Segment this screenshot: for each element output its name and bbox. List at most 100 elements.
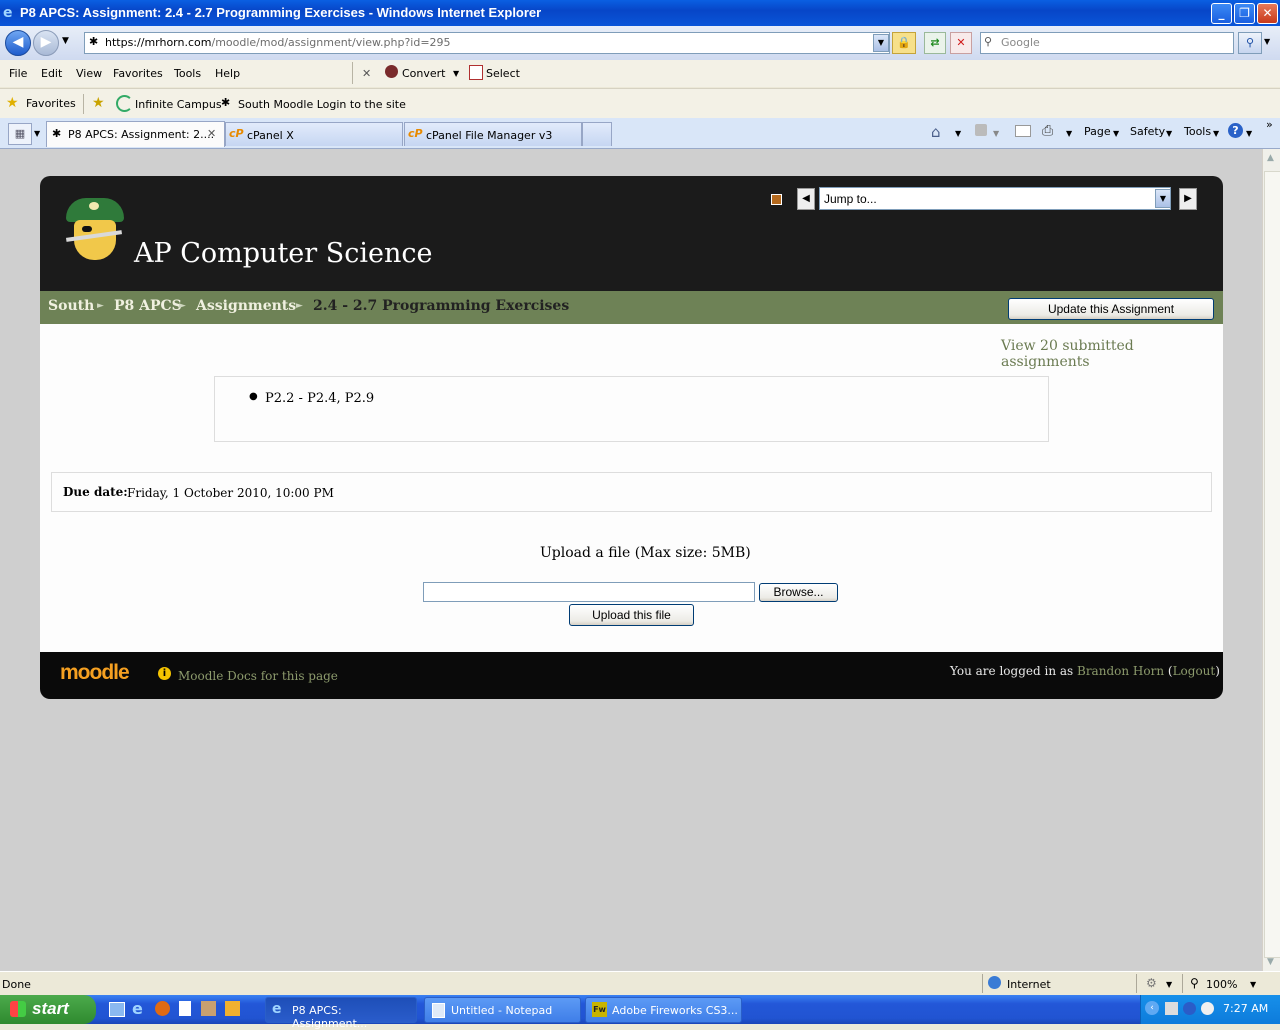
tray-expand-icon[interactable]: ‹ bbox=[1145, 1001, 1159, 1015]
zoom-level[interactable]: 100% bbox=[1206, 978, 1237, 991]
taskbar-window-fireworks[interactable]: Fw Adobe Fireworks CS3... bbox=[585, 997, 742, 1023]
pdf-convert-icon bbox=[385, 65, 398, 78]
menu-help[interactable]: Help bbox=[215, 67, 240, 80]
scroll-down-icon[interactable]: ▼ bbox=[1267, 957, 1274, 967]
menu-view[interactable]: View bbox=[76, 67, 102, 80]
mail-icon[interactable] bbox=[1015, 125, 1031, 137]
lock-icon[interactable]: 🔒 bbox=[892, 32, 916, 54]
taskbar-window-notepad[interactable]: Untitled - Notepad bbox=[424, 997, 581, 1023]
search-icon: ⚲ bbox=[984, 35, 993, 48]
outlook-quicklaunch-icon[interactable] bbox=[225, 1001, 240, 1016]
upload-file-button[interactable]: Upload this file bbox=[569, 604, 694, 626]
add-favorite-icon[interactable]: ★ bbox=[92, 95, 105, 111]
due-date-box: Due date: Friday, 1 October 2010, 10:00 … bbox=[51, 472, 1212, 512]
firefox-quicklaunch-icon[interactable] bbox=[155, 1001, 170, 1016]
address-bar[interactable]: ✱ https://mrhorn.com/moodle/mod/assignme… bbox=[84, 32, 890, 54]
favorites-button[interactable]: Favorites bbox=[26, 97, 76, 110]
tab-cpanel-file-manager[interactable]: cP cPanel File Manager v3 bbox=[404, 122, 582, 146]
moodle-logo[interactable]: moodle bbox=[60, 661, 130, 685]
favorite-link-south-moodle[interactable]: South Moodle Login to the site bbox=[238, 98, 406, 111]
refresh-button[interactable]: ⇄ bbox=[924, 32, 946, 54]
home-icon[interactable]: ⌂ bbox=[931, 123, 941, 141]
back-button[interactable]: ◀ bbox=[5, 30, 31, 56]
tray-app-icon[interactable] bbox=[1165, 1002, 1178, 1015]
close-toolbar-icon[interactable]: ✕ bbox=[362, 67, 371, 80]
update-assignment-button[interactable]: Update this Assignment bbox=[1008, 298, 1214, 320]
show-desktop-icon[interactable] bbox=[109, 1002, 125, 1017]
search-placeholder: Google bbox=[1001, 36, 1040, 49]
scroll-up-icon[interactable]: ▲ bbox=[1267, 153, 1274, 163]
ie-quicklaunch-icon[interactable]: e bbox=[132, 999, 143, 1018]
address-toolbar: ◀ ▶ ▼ ✱ https://mrhorn.com/moodle/mod/as… bbox=[0, 26, 1280, 60]
favorite-link-infinite-campus[interactable]: Infinite Campus bbox=[135, 98, 222, 111]
app-quicklaunch-icon[interactable] bbox=[201, 1001, 216, 1016]
page-menu[interactable]: Page bbox=[1084, 125, 1111, 138]
scroll-thumb[interactable] bbox=[1264, 171, 1280, 958]
menu-file[interactable]: File bbox=[9, 67, 27, 80]
tab-bar: ▦ ▼ ✱ P8 APCS: Assignment: 2.... ✕ cP cP… bbox=[0, 118, 1280, 149]
breadcrumb-south[interactable]: South bbox=[48, 298, 94, 314]
tools-menu[interactable]: Tools bbox=[1184, 125, 1211, 138]
file-quicklaunch-icon[interactable] bbox=[179, 1001, 191, 1016]
tray-network-icon[interactable] bbox=[1183, 1002, 1196, 1015]
quick-tabs-button[interactable]: ▦ bbox=[8, 123, 32, 145]
start-button[interactable]: start bbox=[0, 995, 96, 1024]
browse-button[interactable]: Browse... bbox=[759, 583, 838, 602]
paren-close: ) bbox=[1215, 664, 1220, 678]
tab-p8-apcs[interactable]: ✱ P8 APCS: Assignment: 2.... ✕ bbox=[46, 121, 225, 147]
zoom-dropdown-icon[interactable]: ▼ bbox=[1250, 980, 1256, 989]
history-dropdown-icon[interactable]: ▼ bbox=[62, 36, 69, 46]
status-bar: Done Internet ⚙ ▼ ⚲ 100% ▼ bbox=[0, 971, 1280, 996]
convert-button[interactable]: Convert bbox=[402, 67, 446, 80]
toolbar-overflow-icon[interactable]: » bbox=[1266, 118, 1273, 131]
navbar-toggle-icon[interactable] bbox=[771, 194, 782, 205]
help-icon[interactable]: ? bbox=[1228, 123, 1243, 138]
tab-close-icon[interactable]: ✕ bbox=[207, 127, 216, 140]
protected-mode-icon[interactable]: ⚙ bbox=[1146, 976, 1157, 990]
vertical-scrollbar[interactable]: ▲ ▼ bbox=[1262, 149, 1280, 971]
address-dropdown-button[interactable]: ▼ bbox=[873, 34, 889, 52]
stop-button[interactable]: ✕ bbox=[950, 32, 972, 54]
jump-to-dropdown-icon[interactable]: ▼ bbox=[1155, 189, 1171, 208]
feeds-icon[interactable] bbox=[975, 124, 987, 136]
jump-next-button[interactable]: ▶ bbox=[1179, 188, 1197, 210]
print-dropdown-icon[interactable]: ▼ bbox=[1066, 129, 1072, 138]
safety-menu[interactable]: Safety bbox=[1130, 125, 1165, 138]
user-name-link[interactable]: Brandon Horn bbox=[1077, 664, 1164, 678]
close-button[interactable]: ✕ bbox=[1257, 3, 1278, 24]
menu-tools[interactable]: Tools bbox=[174, 67, 201, 80]
view-submitted-link[interactable]: View 20 submitted assignments bbox=[1001, 338, 1223, 370]
menu-edit[interactable]: Edit bbox=[41, 67, 62, 80]
taskbar-window-ie[interactable]: e P8 APCS: Assignment... bbox=[265, 997, 417, 1030]
convert-dropdown-icon[interactable]: ▼ bbox=[453, 69, 459, 78]
new-tab-button[interactable] bbox=[582, 122, 612, 146]
breadcrumb-p8-apcs[interactable]: P8 APCS bbox=[114, 298, 182, 314]
window-title-bar[interactable]: e P8 APCS: Assignment: 2.4 - 2.7 Program… bbox=[0, 0, 1280, 26]
search-options-icon[interactable]: ▼ bbox=[1264, 37, 1270, 46]
moodle-docs-link[interactable]: Moodle Docs for this page bbox=[178, 669, 338, 683]
help-dropdown-icon[interactable]: ▼ bbox=[1246, 129, 1252, 138]
search-box[interactable]: ⚲ Google bbox=[980, 32, 1234, 54]
minimize-button[interactable]: _ bbox=[1211, 3, 1232, 24]
zoom-icon[interactable]: ⚲ bbox=[1190, 976, 1199, 990]
select-button[interactable]: Select bbox=[486, 67, 520, 80]
tab-cpanel-x[interactable]: cP cPanel X bbox=[225, 122, 403, 146]
file-path-input[interactable] bbox=[423, 582, 755, 602]
jump-to-select[interactable]: Jump to... ▼ bbox=[819, 187, 1171, 210]
feeds-dropdown-icon[interactable]: ▼ bbox=[993, 129, 999, 138]
home-dropdown-icon[interactable]: ▼ bbox=[955, 129, 961, 138]
jump-prev-button[interactable]: ◀ bbox=[797, 188, 815, 210]
search-go-button[interactable]: ⚲ bbox=[1238, 32, 1262, 54]
breadcrumb-assignments[interactable]: Assignments bbox=[196, 298, 296, 314]
tab-list-dropdown-icon[interactable]: ▼ bbox=[34, 129, 40, 138]
clock[interactable]: 7:27 AM bbox=[1223, 1002, 1268, 1015]
logout-link[interactable]: Logout bbox=[1173, 664, 1216, 678]
menu-favorites[interactable]: Favorites bbox=[113, 67, 163, 80]
print-icon[interactable]: ⎙ bbox=[1042, 123, 1053, 139]
tray-volume-icon[interactable] bbox=[1201, 1002, 1214, 1015]
forward-button[interactable]: ▶ bbox=[33, 30, 59, 56]
maximize-button[interactable]: ❐ bbox=[1234, 3, 1255, 24]
status-text: Done bbox=[2, 978, 31, 991]
pirate-logo bbox=[64, 196, 128, 266]
protected-mode-dropdown-icon[interactable]: ▼ bbox=[1166, 980, 1172, 989]
